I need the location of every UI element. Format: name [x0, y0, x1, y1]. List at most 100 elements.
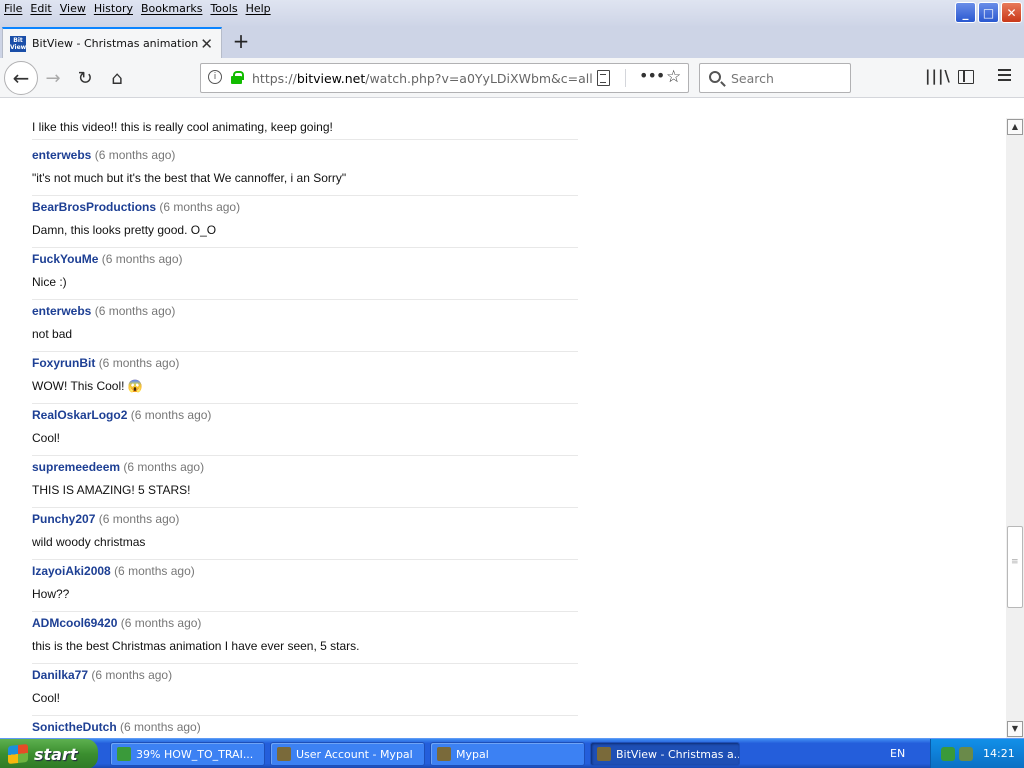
comment-username-link[interactable]: FuckYouMe	[32, 252, 98, 266]
taskbar-item-bitview[interactable]: BitView - Christmas a...	[590, 742, 740, 766]
tab-close-icon[interactable]: ✕	[200, 35, 213, 53]
scroll-thumb[interactable]	[1007, 526, 1023, 608]
comment-username-link[interactable]: ADMcool69420	[32, 616, 117, 630]
mypal-icon	[437, 747, 451, 761]
windows-logo-icon	[8, 743, 28, 765]
url-text[interactable]: https://bitview.net/watch.php?v=a0YyLDiX…	[252, 71, 593, 86]
page-content: I like this video!! this is really cool …	[0, 118, 1006, 738]
comment-username-link[interactable]: RealOskarLogo2	[32, 408, 127, 422]
forward-button[interactable]: →	[38, 63, 68, 93]
comment-timestamp: (6 months ago)	[114, 564, 195, 578]
comment-timestamp: (6 months ago)	[91, 668, 173, 682]
start-label: start	[34, 744, 78, 764]
comments-container: enterwebs (6 months ago) "it's not much b…	[32, 144, 578, 738]
taskbar-item-label: User Account - Mypal	[296, 747, 413, 761]
site-info-icon[interactable]: i	[208, 70, 222, 84]
comment-timestamp: (6 months ago)	[159, 200, 241, 214]
close-window-button[interactable]: ✕	[1001, 2, 1022, 23]
volume-icon[interactable]	[959, 747, 973, 761]
bitview-favicon-icon: Bit View	[10, 35, 27, 52]
sidebar-icon[interactable]	[958, 70, 974, 84]
comment-item: ADMcool69420 (6 months ago) this is the b…	[32, 612, 578, 664]
menu-history-label: History	[93, 2, 133, 15]
scroll-up-arrow-icon[interactable]: ▲	[1007, 119, 1023, 135]
comment-username-link[interactable]: IzayoiAki2008	[32, 564, 111, 578]
comment-header: Punchy207 (6 months ago)	[32, 512, 179, 526]
comment-username-link[interactable]: Danilka77	[32, 668, 88, 682]
comment-header: Danilka77 (6 months ago)	[32, 668, 172, 682]
url-bar-divider	[625, 69, 626, 87]
system-tray: 14:21	[930, 739, 1024, 768]
window-controls: _ □ ✕	[955, 2, 1022, 23]
start-button[interactable]: start	[0, 739, 98, 768]
mypal-icon	[117, 747, 131, 761]
menu-edit[interactable]: Edit	[26, 0, 55, 18]
comment-timestamp: (6 months ago)	[120, 720, 201, 734]
comment-username-link[interactable]: Punchy207	[32, 512, 95, 526]
comment-header: FuckYouMe (6 months ago)	[32, 252, 183, 266]
menu-bookmarks-label: Bookmarks	[140, 2, 203, 15]
comment-text: wild woody christmas	[32, 535, 146, 549]
url-domain: bitview.net	[296, 71, 366, 86]
comment-timestamp: (6 months ago)	[94, 148, 176, 162]
new-tab-button[interactable]: +	[230, 29, 252, 53]
url-prefix: https://	[252, 71, 297, 86]
menu-history[interactable]: History	[90, 0, 137, 18]
page-actions-icon[interactable]: •••	[639, 66, 665, 85]
comment-header: supremeedeem (6 months ago)	[32, 460, 204, 474]
comment-item: BearBrosProductions (6 months ago) Damn, …	[32, 196, 578, 248]
menu-help[interactable]: Help	[242, 0, 275, 18]
library-icon[interactable]: |||\	[925, 67, 951, 85]
minimize-button[interactable]: _	[955, 2, 976, 23]
back-button[interactable]: ←	[4, 61, 38, 95]
comment-username-link[interactable]: enterwebs	[32, 148, 91, 162]
reader-view-icon[interactable]	[597, 70, 610, 86]
clock: 14:21	[983, 747, 1015, 760]
comment-header: SonictheDutch (6 months ago)	[32, 720, 201, 734]
comment-username-link[interactable]: FoxyrunBit	[32, 356, 95, 370]
comment-username-link[interactable]: supremeedeem	[32, 460, 120, 474]
menu-hamburger-icon[interactable]	[998, 69, 1011, 81]
menu-tools[interactable]: Tools	[206, 0, 241, 18]
comment-header: RealOskarLogo2 (6 months ago)	[32, 408, 211, 422]
language-indicator[interactable]: EN	[890, 747, 905, 760]
comment-username-link[interactable]: enterwebs	[32, 304, 91, 318]
comment-username-link[interactable]: BearBrosProductions	[32, 200, 156, 214]
comment-header: enterwebs (6 months ago)	[32, 148, 175, 162]
comment-timestamp: (6 months ago)	[98, 512, 180, 526]
menu-bookmarks[interactable]: Bookmarks	[137, 0, 206, 18]
comment-username-link[interactable]: SonictheDutch	[32, 720, 117, 734]
comment-header: FoxyrunBit (6 months ago)	[32, 356, 179, 370]
menu-view-label: View	[59, 2, 86, 15]
vertical-scrollbar[interactable]: ▲ ▼	[1006, 118, 1024, 738]
comment-item: RealOskarLogo2 (6 months ago) Cool!	[32, 404, 578, 456]
comment-header: BearBrosProductions (6 months ago)	[32, 200, 240, 214]
url-path: /watch.php?v=a0YyLDiXWbm&c=all	[365, 71, 593, 86]
comment-item: Punchy207 (6 months ago) wild woody chris…	[32, 508, 578, 560]
search-bar[interactable]: Search	[699, 63, 851, 93]
comment-divider	[32, 139, 578, 140]
menu-file[interactable]: File	[0, 0, 26, 18]
comment-header: enterwebs (6 months ago)	[32, 304, 175, 318]
tab-bitview[interactable]: Bit View BitView - Christmas animation (…	[2, 27, 222, 58]
taskbar-item-label: BitView - Christmas a...	[616, 747, 740, 761]
taskbar-item-mypal[interactable]: Mypal	[430, 742, 585, 766]
home-button[interactable]: ⌂	[102, 63, 132, 93]
comment-timestamp: (6 months ago)	[94, 304, 176, 318]
menu-help-label: Help	[245, 2, 271, 15]
comment-header: ADMcool69420 (6 months ago)	[32, 616, 201, 630]
reload-button[interactable]: ↻	[70, 63, 100, 93]
comment-text: THIS IS AMAZING! 5 STARS!	[32, 483, 191, 497]
network-icon[interactable]	[941, 747, 955, 761]
search-placeholder: Search	[731, 71, 774, 86]
menu-view[interactable]: View	[56, 0, 90, 18]
taskbar-item-user-account[interactable]: User Account - Mypal	[270, 742, 425, 766]
taskbar-item-download[interactable]: 39% HOW_TO_TRAI...	[110, 742, 265, 766]
url-bar[interactable]: i https://bitview.net/watch.php?v=a0YyLD…	[200, 63, 689, 93]
scroll-down-arrow-icon[interactable]: ▼	[1007, 721, 1023, 737]
bookmark-star-icon[interactable]: ☆	[666, 67, 681, 87]
maximize-button[interactable]: □	[978, 2, 999, 23]
comment-timestamp: (6 months ago)	[120, 616, 202, 630]
tab-title: BitView - Christmas animation (cor	[32, 37, 200, 50]
comment-text: Damn, this looks pretty good. O_O	[32, 223, 217, 237]
